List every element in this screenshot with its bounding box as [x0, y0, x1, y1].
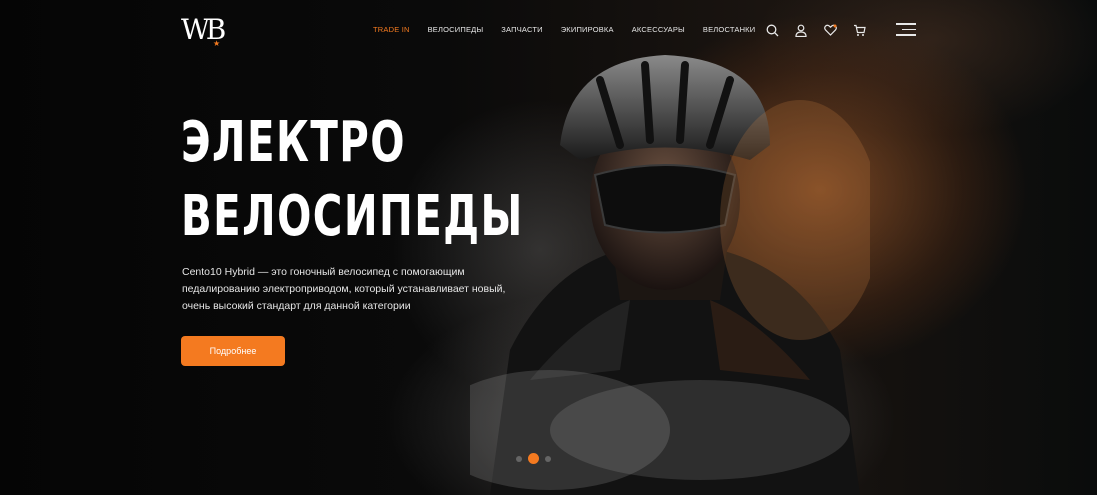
menu-line — [896, 34, 916, 36]
nav-item-equipment[interactable]: ЭКИПИРОВКА — [561, 24, 614, 36]
brand-logo[interactable]: WB ★ — [181, 14, 235, 49]
user-icon[interactable] — [793, 22, 809, 38]
hero-title-line2: ВЕЛОСИПЕДЫ — [181, 184, 524, 249]
hero-title-line1: ЭЛЕКТРО — [181, 110, 406, 175]
star-icon: ★ — [213, 39, 221, 48]
more-button[interactable]: Подробнее — [181, 336, 285, 366]
nav-item-trainers[interactable]: ВЕЛОСТАНКИ — [703, 24, 755, 36]
slider-dot-active[interactable] — [528, 453, 539, 464]
slider-dot[interactable] — [545, 455, 551, 462]
nav-item-accessories[interactable]: АКСЕССУАРЫ — [632, 24, 685, 36]
menu-line — [902, 28, 916, 30]
menu-icon[interactable] — [896, 23, 916, 37]
nav-item-parts[interactable]: ЗАПЧАСТИ — [501, 24, 542, 36]
slider-dot[interactable] — [516, 455, 522, 462]
search-icon[interactable] — [764, 22, 780, 38]
hero-description: Cento10 Hybrid — это гоночный велосипед … — [182, 266, 506, 312]
hero-title: ЭЛЕКТРО ВЕЛОСИПЕДЫ — [181, 106, 524, 254]
main-nav: TRADE IN ВЕЛОСИПЕДЫ ЗАПЧАСТИ ЭКИПИРОВКА … — [373, 24, 773, 36]
slider-pagination — [516, 453, 551, 464]
nav-item-bicycles[interactable]: ВЕЛОСИПЕДЫ — [428, 24, 484, 36]
header-icons — [764, 22, 867, 38]
nav-item-trade-in[interactable]: TRADE IN — [373, 24, 410, 36]
cart-icon[interactable] — [851, 22, 867, 38]
hero-background — [0, 0, 1097, 495]
heart-icon[interactable] — [822, 22, 838, 38]
menu-line — [896, 23, 916, 25]
